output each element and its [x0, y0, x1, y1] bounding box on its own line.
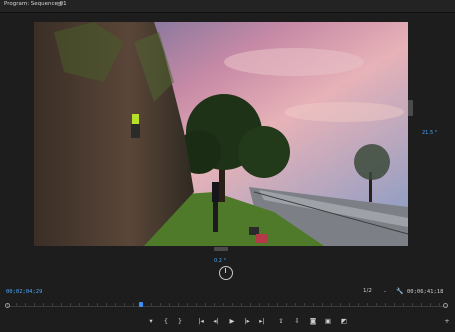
duration-timecode: 00;06;41;18: [407, 289, 444, 295]
mark-out-button[interactable]: }: [174, 316, 186, 326]
hamburger-icon[interactable]: ≡: [57, 0, 63, 8]
playhead[interactable]: [139, 302, 144, 307]
step-back-button[interactable]: ◂|: [210, 316, 222, 326]
extract-button[interactable]: ⇩: [291, 316, 303, 326]
add-button[interactable]: +: [441, 316, 453, 326]
rotation-value-bottom[interactable]: 0.2 °: [214, 258, 226, 264]
lift-button[interactable]: ⇪: [275, 316, 287, 326]
video-frame-image: [34, 22, 408, 246]
resolution-select[interactable]: 1/2: [363, 288, 372, 294]
program-monitor-viewer[interactable]: 21.5 ° 0.2 °: [0, 13, 455, 285]
go-to-in-button[interactable]: |◂: [195, 316, 207, 326]
go-to-out-button[interactable]: ▸|: [256, 316, 268, 326]
wrench-icon[interactable]: 🔧: [396, 288, 403, 295]
chevron-down-icon[interactable]: ⌄: [383, 288, 387, 294]
zoom-handle-right[interactable]: [443, 303, 448, 308]
play-button[interactable]: ▶: [226, 316, 238, 326]
panel-header: Program: Sequence 01 ≡: [0, 0, 455, 13]
timeline-track[interactable]: [7, 306, 448, 307]
step-forward-button[interactable]: |▸: [241, 316, 253, 326]
zoom-handle-left[interactable]: [5, 303, 10, 308]
monitor-status-bar: 00;02;04;29 1/2 ⌄ 🔧 00;06;41;18: [0, 288, 455, 298]
transport-controls: ▾{} |◂ ◂| ▶ |▸ ▸| ⇪ ⇩ ◙ ▣ ◩ +: [0, 315, 455, 329]
video-frame: [34, 22, 408, 246]
rotation-value-right[interactable]: 21.5 °: [422, 130, 437, 136]
current-timecode[interactable]: 00;02;04;29: [6, 289, 42, 295]
mark-in-button[interactable]: {: [160, 316, 172, 326]
vr-pan-handle-right[interactable]: [408, 100, 413, 116]
vr-tilt-handle-bottom[interactable]: [214, 247, 228, 251]
export-frame-button[interactable]: ◙: [307, 316, 319, 326]
mini-timeline[interactable]: [5, 302, 448, 310]
vr-video-button[interactable]: ◩: [338, 316, 350, 326]
comparison-view-button[interactable]: ▣: [322, 316, 334, 326]
add-marker-button[interactable]: ▾: [145, 316, 157, 326]
rotation-dial-icon[interactable]: [219, 266, 233, 280]
